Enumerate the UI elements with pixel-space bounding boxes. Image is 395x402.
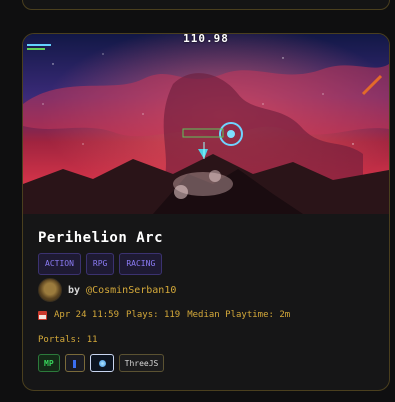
- portals-text: Portals: 11: [38, 335, 98, 345]
- tag-racing[interactable]: RACING: [119, 253, 163, 275]
- median-playtime-text: Median Playtime: 2m: [187, 310, 291, 320]
- genre-tags: ACTION RPG RACING: [38, 253, 163, 275]
- game-scene-image: [23, 34, 389, 214]
- game-thumbnail[interactable]: 110.98: [23, 34, 389, 214]
- game-card[interactable]: 110.98 Perihelion Arc ACTION RPG RACING …: [22, 33, 390, 391]
- mobile-icon: [64, 354, 85, 372]
- multiplayer-badge: MP: [38, 354, 60, 372]
- game-stats: Apr 24 11:59 Plays: 119 Median Playtime:…: [38, 310, 290, 320]
- engine-badge: ThreeJS: [118, 354, 165, 372]
- plays-text: Plays: 119: [126, 310, 181, 320]
- tag-rpg[interactable]: RPG: [85, 253, 115, 275]
- calendar-icon: [38, 310, 47, 320]
- game-title[interactable]: Perihelion Arc: [38, 230, 163, 246]
- feature-badges: MP ThreeJS: [38, 354, 165, 372]
- author-prefix: by: [68, 284, 81, 296]
- orb-icon: [89, 354, 114, 372]
- game-score: 110.98: [183, 34, 229, 45]
- author-handle[interactable]: @CosminSerban10: [86, 285, 176, 296]
- author-row: by @CosminSerban10: [38, 278, 176, 302]
- previous-game-card[interactable]: [22, 0, 390, 10]
- game-info: Perihelion Arc ACTION RPG RACING by @Cos…: [23, 214, 389, 390]
- author-avatar[interactable]: [38, 278, 62, 302]
- tag-action[interactable]: ACTION: [38, 253, 81, 275]
- date-text: Apr 24 11:59: [54, 310, 120, 320]
